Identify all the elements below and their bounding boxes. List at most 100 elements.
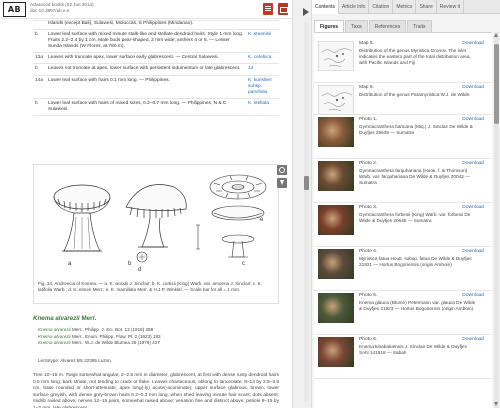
journal-logo[interactable]: AB xyxy=(3,2,26,17)
key-couplet-text: Lower leaf surface with hairs of mixed s… xyxy=(46,97,246,117)
citation-ref: Merr.. W.J. de Wilde Blumea 25 (1979) 43… xyxy=(71,340,160,346)
key-row: 14a Lower leaf surface with hairs 0.1 mm … xyxy=(33,74,279,99)
figure-caption: Fig. 34. Androecia of Knema. — a. K. woo… xyxy=(38,281,262,292)
zoom-icon[interactable] xyxy=(277,165,287,175)
androecia-illustration: a b c d e xyxy=(53,174,267,273)
figure-list-item[interactable]: Photo 2. Download Gymnacranthera farquhari… xyxy=(314,159,492,203)
figure-item-label: Map 5. xyxy=(359,41,374,46)
figure-item-label: Photo 2. xyxy=(359,161,378,166)
key-result-link[interactable]: K. celebica xyxy=(246,52,279,65)
tab-article-info[interactable]: Article info xyxy=(339,0,370,14)
tab-share[interactable]: Share xyxy=(416,0,437,14)
content-sub-tabs: Figures Taxa References Traits xyxy=(314,20,433,32)
app-window: AB Advanced books (02 Jun 2014) doi: 10.… xyxy=(0,0,500,408)
article-scrollbar[interactable] xyxy=(304,22,309,402)
publication-doi: doi: 10.3897/ab.e.e xyxy=(30,7,70,13)
figure-list-item[interactable]: Photo 5. Download Knema glauca (Blume) Pet… xyxy=(314,291,492,335)
article-scrollbar-thumb[interactable] xyxy=(304,176,309,190)
figure-download-icon[interactable] xyxy=(277,178,287,188)
photo-thumbnail[interactable] xyxy=(318,205,354,235)
photo-thumbnail[interactable] xyxy=(318,161,354,191)
map-thumbnail[interactable] xyxy=(318,85,354,115)
nomenclature-citations: Knema alvarezii Merr.. Philipp. J. Sci. … xyxy=(38,327,161,347)
key-result-link[interactable]: K. stellata xyxy=(246,97,279,117)
figure-list[interactable]: Map 5. Download Distribution of the genus … xyxy=(314,32,492,408)
figure-label-e: e xyxy=(260,217,264,223)
photo-thumbnail[interactable] xyxy=(318,337,354,367)
tab-figures[interactable]: Figures xyxy=(314,20,345,32)
tab-contents[interactable]: Contents xyxy=(312,0,340,14)
key-result-link[interactable]: K. kunstleri subsp. parvifolia xyxy=(246,74,279,99)
key-row: b Lower leaf surface with hairs of mixed … xyxy=(33,97,279,117)
scroll-up-arrow-icon[interactable] xyxy=(494,33,498,37)
panel-splitter[interactable] xyxy=(292,0,312,408)
key-result-link[interactable]: K. steenisii xyxy=(246,29,279,54)
figure-list-item[interactable]: Map 5. Download Distribution of the genus … xyxy=(314,39,492,83)
figure-item-label: Photo 4. xyxy=(359,249,378,254)
tab-references[interactable]: References xyxy=(368,20,407,32)
figure-download-link[interactable]: Download xyxy=(462,249,484,254)
photo-thumbnail[interactable] xyxy=(318,249,354,279)
figure-item-label: Photo 1. xyxy=(359,117,378,122)
key-row: Islands (except Bali), Sulawesi, Molucca… xyxy=(33,20,279,31)
androecium-c xyxy=(221,234,255,258)
figure-list-item[interactable]: Photo 3. Download Gymnacranthera forbesii … xyxy=(314,203,492,247)
taxon-name: Knema alvarezii xyxy=(33,315,80,322)
publication-meta: Advanced books (02 Jun 2014) doi: 10.389… xyxy=(30,2,94,13)
figure-item-caption: Myristica fatua Houtt. subsp. fatua De W… xyxy=(359,256,472,267)
key-couplet-text: Lower leaf surface with mixed minute sta… xyxy=(46,29,246,54)
key-result-link[interactable] xyxy=(246,20,279,31)
figure-download-link[interactable]: Download xyxy=(462,337,484,342)
figure-34[interactable]: a b c d e Fig. 34. Androecia of Knema. —… xyxy=(33,164,279,304)
figure-list-scrollbar-thumb[interactable] xyxy=(494,44,499,124)
taxon-heading[interactable]: Knema alvarezii Merr. xyxy=(33,315,96,322)
pdf-download-icon[interactable] xyxy=(263,3,273,15)
figure-item-caption: Gymnacranthera bancana (Miq.) J. Sinclai… xyxy=(359,124,473,135)
lectotype: Lectotype: Alvarez BS 22395 Luzon. xyxy=(38,358,113,363)
figure-download-link[interactable]: Download xyxy=(462,117,484,122)
figure-download-link[interactable]: Download xyxy=(462,293,484,298)
figure-label-d: d xyxy=(138,267,141,273)
key-couplet-text: Leaves with truncate apex, lower surface… xyxy=(46,52,246,65)
main-tabs: Contents Article info Citation Metrics S… xyxy=(312,0,500,14)
article-content[interactable]: Islands (except Bali), Sulawesi, Molucca… xyxy=(0,20,292,408)
tab-metrics[interactable]: Metrics xyxy=(393,0,417,14)
scroll-down-arrow-icon[interactable] xyxy=(494,402,498,406)
figure-item-caption: Knema kinabaluensis J. Sinclair De Wilde… xyxy=(359,344,467,355)
key-row: 13a Leaves with truncate apex, lower surf… xyxy=(33,52,279,65)
citation-name[interactable]: Knema alvarezii xyxy=(38,340,71,345)
figure-download-link[interactable]: Download xyxy=(462,161,484,166)
figure-list-item[interactable]: Photo 6. Download Knema kinabaluensis J. S… xyxy=(314,335,492,379)
photo-thumbnail[interactable] xyxy=(318,117,354,147)
key-result-link[interactable]: 14 xyxy=(246,63,279,76)
print-icon[interactable] xyxy=(278,3,288,15)
figure-list-item[interactable]: Photo 1. Download Gymnacranthera bancana (… xyxy=(314,115,492,159)
tab-traits[interactable]: Traits xyxy=(407,20,432,32)
citation-name[interactable]: Knema alvarezii xyxy=(38,334,71,339)
photo-thumbnail[interactable] xyxy=(318,293,354,323)
figure-item-caption: Distribution of the genus Myristica Gron… xyxy=(359,48,471,65)
citation-row: Knema alvarezii Merr.. Philipp. J. Sci. … xyxy=(38,327,161,334)
key-row: b Leaves not truncate at apex, lower surf… xyxy=(33,63,279,76)
citation-row: Knema alvarezii Merr.. Enum. Philipp. Fl… xyxy=(38,334,161,341)
figure-list-item[interactable]: Map 6. Download Distribution of the genus … xyxy=(314,83,492,115)
citation-name[interactable]: Knema alvarezii xyxy=(38,327,71,332)
key-couplet-number xyxy=(33,20,46,31)
figure-download-link[interactable]: Download xyxy=(462,205,484,210)
citation-row: Knema alvarezii Merr.. W.J. de Wilde Blu… xyxy=(38,340,161,347)
tab-taxa[interactable]: Taxa xyxy=(345,20,368,32)
scale-bar xyxy=(196,224,200,250)
collapse-panel-arrow-icon[interactable] xyxy=(303,8,309,16)
key-couplet-text: Islands (except Bali), Sulawesi, Molucca… xyxy=(46,20,246,31)
map-thumbnail[interactable] xyxy=(318,41,354,71)
citation-ref: Merr.. Philipp. J. Sci. Bot. 13 (1918) 2… xyxy=(71,327,154,332)
tab-citation[interactable]: Citation xyxy=(369,0,394,14)
figure-item-label: Photo 5. xyxy=(359,293,378,298)
identification-key: Islands (except Bali), Sulawesi, Molucca… xyxy=(33,20,279,117)
figure-list-item[interactable]: Photo 4. Download Myristica fatua Houtt. s… xyxy=(314,247,492,291)
figure-download-link[interactable]: Download xyxy=(462,41,484,46)
key-couplet-number: 13a xyxy=(33,52,46,65)
androecium-e xyxy=(209,174,267,221)
tab-review-it[interactable]: Review it xyxy=(437,0,465,14)
figure-download-link[interactable]: Download xyxy=(462,85,484,90)
